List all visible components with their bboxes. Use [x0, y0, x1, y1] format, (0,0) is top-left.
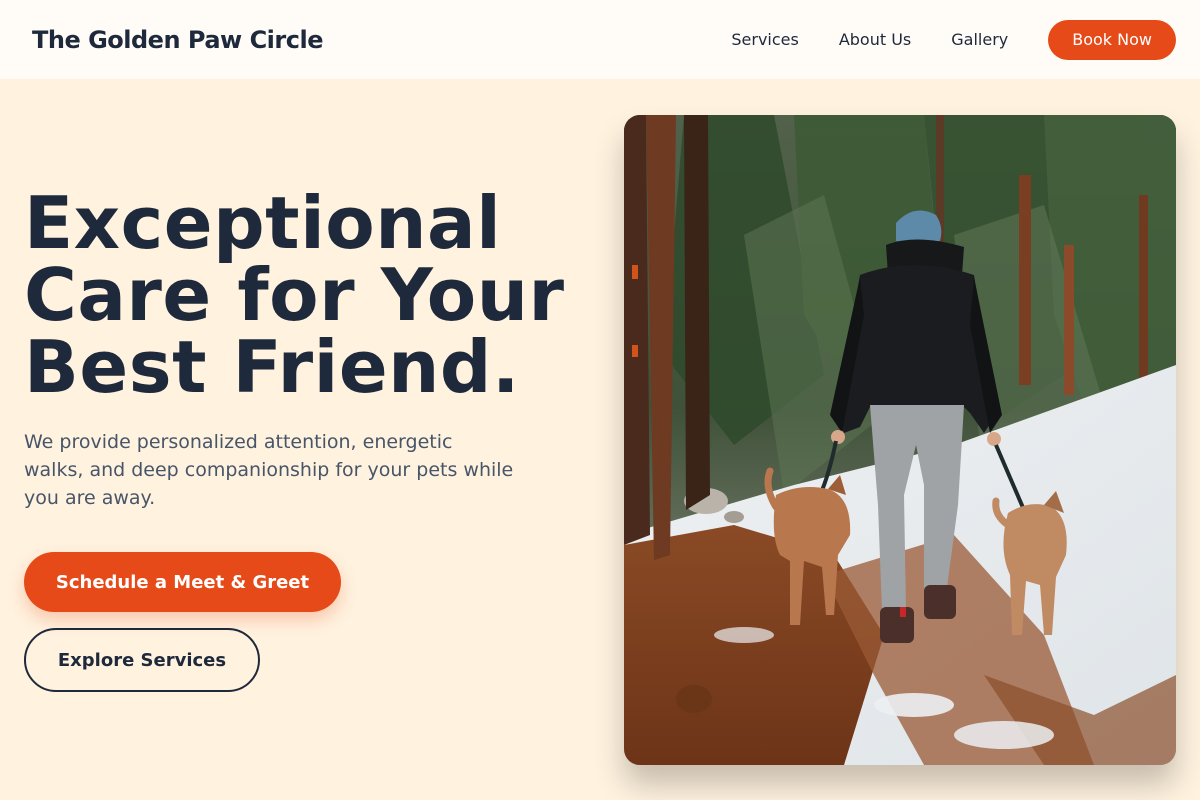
- forest-walk-illustration: [624, 115, 1176, 765]
- hero-title: Exceptional Care for Your Best Friend.: [24, 187, 604, 403]
- hero-subtitle: We provide personalized attention, energ…: [24, 431, 514, 509]
- hero-title-line: Care for Your: [24, 253, 565, 337]
- site-header: The Golden Paw Circle Services About Us …: [0, 0, 1200, 79]
- nav-link-gallery[interactable]: Gallery: [951, 30, 1008, 49]
- hero-photo-dog-walker: [624, 115, 1176, 765]
- schedule-meet-greet-button[interactable]: Schedule a Meet & Greet: [24, 552, 341, 612]
- explore-services-button[interactable]: Explore Services: [24, 628, 260, 692]
- nav-link-about-us[interactable]: About Us: [839, 30, 911, 49]
- book-now-button[interactable]: Book Now: [1048, 19, 1176, 60]
- main-nav: Services About Us Gallery Book Now: [731, 19, 1176, 60]
- nav-link-services[interactable]: Services: [731, 30, 798, 49]
- hero-title-line: Exceptional: [24, 181, 502, 265]
- brand-logo-text[interactable]: The Golden Paw Circle: [32, 26, 323, 54]
- hero-title-line: Best Friend.: [24, 325, 520, 409]
